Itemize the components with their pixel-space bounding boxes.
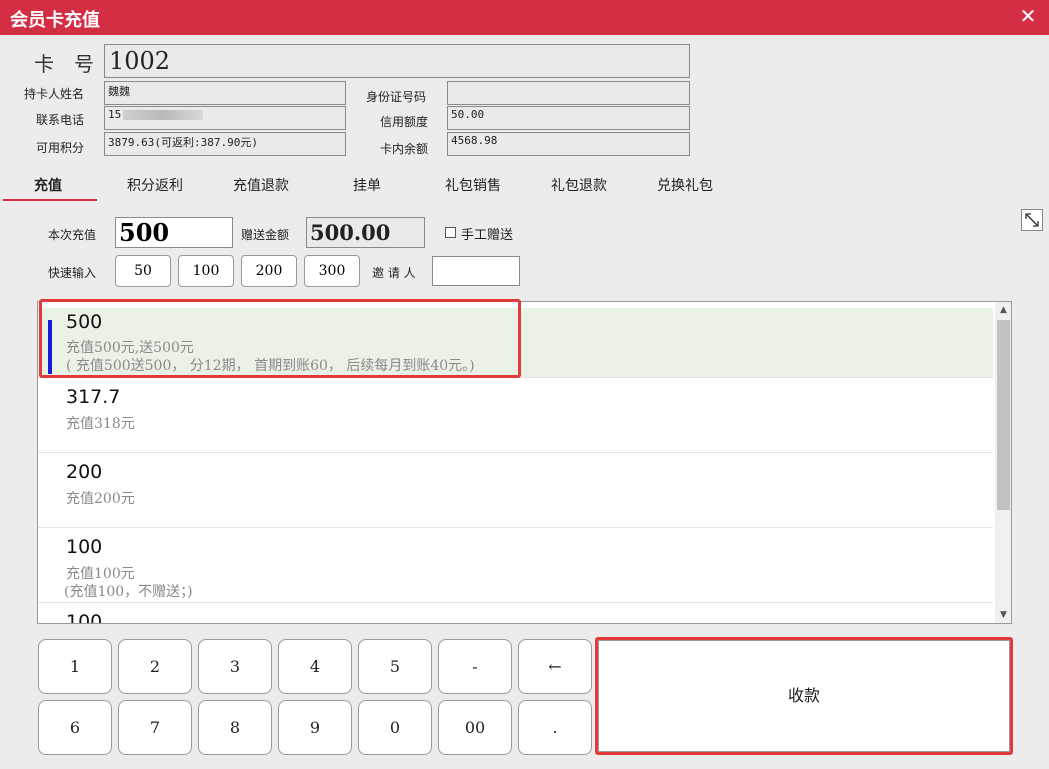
tab-bar: 充值 积分返利 充值退款 挂单 礼包销售 礼包退款 兑换礼包	[0, 170, 1049, 202]
package-note: (充值100，不赠送；)	[64, 584, 193, 600]
credit-field: 50.00	[447, 106, 690, 130]
package-amount: 317.7	[66, 386, 121, 408]
package-desc: 充值318元	[66, 416, 135, 432]
amount-value: 500	[119, 218, 170, 247]
key-1[interactable]: 1	[38, 639, 112, 694]
title-bar: 会员卡充值 ✕	[0, 0, 1049, 35]
quick-200-button[interactable]: 200	[241, 255, 297, 287]
close-icon[interactable]: ✕	[1017, 5, 1039, 27]
tab-gift-refund[interactable]: 礼包退款	[551, 175, 607, 195]
active-tab-indicator	[3, 199, 97, 201]
package-desc: 充值100元	[66, 566, 135, 582]
tab-points-rebate[interactable]: 积分返利	[127, 175, 183, 195]
scroll-thumb[interactable]	[997, 320, 1010, 510]
card-no-field: 1002	[104, 44, 690, 78]
gift-label: 赠送金额	[241, 228, 290, 242]
key-0[interactable]: 0	[358, 700, 432, 755]
list-item[interactable]: 200 充值200元	[38, 453, 993, 528]
backspace-button[interactable]: ←	[518, 639, 592, 694]
package-list: 500 充值500元,送500元 ( 充值500送500， 分12期， 首期到账…	[37, 301, 1012, 624]
balance-field: 4568.98	[447, 132, 690, 156]
package-desc: 充值200元	[66, 491, 135, 507]
list-item[interactable]: 500 充值500元,送500元 ( 充值500送500， 分12期， 首期到账…	[38, 308, 993, 378]
key-9[interactable]: 9	[278, 700, 352, 755]
pay-button[interactable]: 收款	[598, 640, 1010, 752]
key-00[interactable]: 00	[438, 700, 512, 755]
key-6[interactable]: 6	[38, 700, 112, 755]
expand-icon[interactable]	[1021, 209, 1043, 231]
amount-input[interactable]: 500	[115, 217, 233, 248]
tab-recharge[interactable]: 充值	[34, 175, 62, 195]
manual-gift-label[interactable]: 手工赠送	[461, 224, 513, 243]
tab-pending[interactable]: 挂单	[353, 175, 381, 195]
package-amount: 200	[66, 461, 103, 483]
name-value: 魏魏	[108, 85, 130, 98]
quick-300-button[interactable]: 300	[304, 255, 360, 287]
points-field: 3879.63(可返利:387.90元)	[104, 132, 346, 156]
package-desc: 充值500元,送500元	[66, 340, 194, 356]
points-label: 可用积分	[36, 141, 85, 155]
credit-value: 50.00	[451, 108, 485, 121]
phone-field: 15	[104, 106, 346, 130]
inviter-label: 邀 请 人	[372, 266, 416, 280]
manual-gift-checkbox[interactable]	[445, 227, 456, 238]
package-amount: 100	[66, 536, 103, 558]
quick-input-label: 快速输入	[48, 266, 97, 280]
key-8[interactable]: 8	[198, 700, 272, 755]
key-dot[interactable]: .	[518, 700, 592, 755]
id-field	[447, 81, 690, 105]
list-scrollbar[interactable]: ▲ ▼	[995, 302, 1011, 623]
balance-label: 卡内余额	[380, 142, 429, 156]
key-4[interactable]: 4	[278, 639, 352, 694]
inviter-input[interactable]	[432, 256, 520, 286]
redacted-phone	[123, 110, 204, 120]
phone-label: 联系电话	[36, 113, 85, 127]
selected-indicator	[48, 320, 52, 374]
gift-value: 500.00	[310, 220, 391, 245]
quick-100-button[interactable]: 100	[178, 255, 234, 287]
phone-prefix: 15	[108, 108, 122, 121]
key-2[interactable]: 2	[118, 639, 192, 694]
scroll-down-icon[interactable]: ▼	[995, 607, 1011, 623]
credit-label: 信用额度	[380, 115, 429, 129]
key-5[interactable]: 5	[358, 639, 432, 694]
key-7[interactable]: 7	[118, 700, 192, 755]
card-no-label: 卡 号	[34, 52, 94, 76]
id-label: 身份证号码	[366, 90, 427, 104]
window-title: 会员卡充值	[10, 10, 100, 31]
list-item[interactable]: 317.7 充值318元	[38, 378, 993, 453]
package-amount: 100	[66, 611, 103, 624]
quick-50-button[interactable]: 50	[115, 255, 171, 287]
key-minus[interactable]: -	[438, 639, 512, 694]
tab-recharge-refund[interactable]: 充值退款	[233, 175, 289, 195]
list-item[interactable]: 100	[38, 603, 993, 624]
gift-field: 500.00	[306, 217, 425, 248]
amount-label: 本次充值	[48, 228, 97, 242]
points-value: 3879.63(可返利:387.90元)	[108, 136, 258, 149]
key-3[interactable]: 3	[198, 639, 272, 694]
scroll-up-icon[interactable]: ▲	[995, 302, 1011, 318]
balance-value: 4568.98	[451, 134, 498, 147]
tab-gift-exchange[interactable]: 兑换礼包	[657, 175, 713, 195]
name-label: 持卡人姓名	[24, 87, 85, 101]
package-amount: 500	[66, 311, 103, 333]
list-item[interactable]: 100 充值100元 (充值100，不赠送；)	[38, 528, 993, 603]
package-note: ( 充值500送500， 分12期， 首期到账60， 后续每月到账40元。)	[66, 358, 475, 374]
name-field: 魏魏	[104, 81, 346, 105]
card-no-value: 1002	[109, 47, 171, 75]
tab-gift-sale[interactable]: 礼包销售	[445, 175, 501, 195]
